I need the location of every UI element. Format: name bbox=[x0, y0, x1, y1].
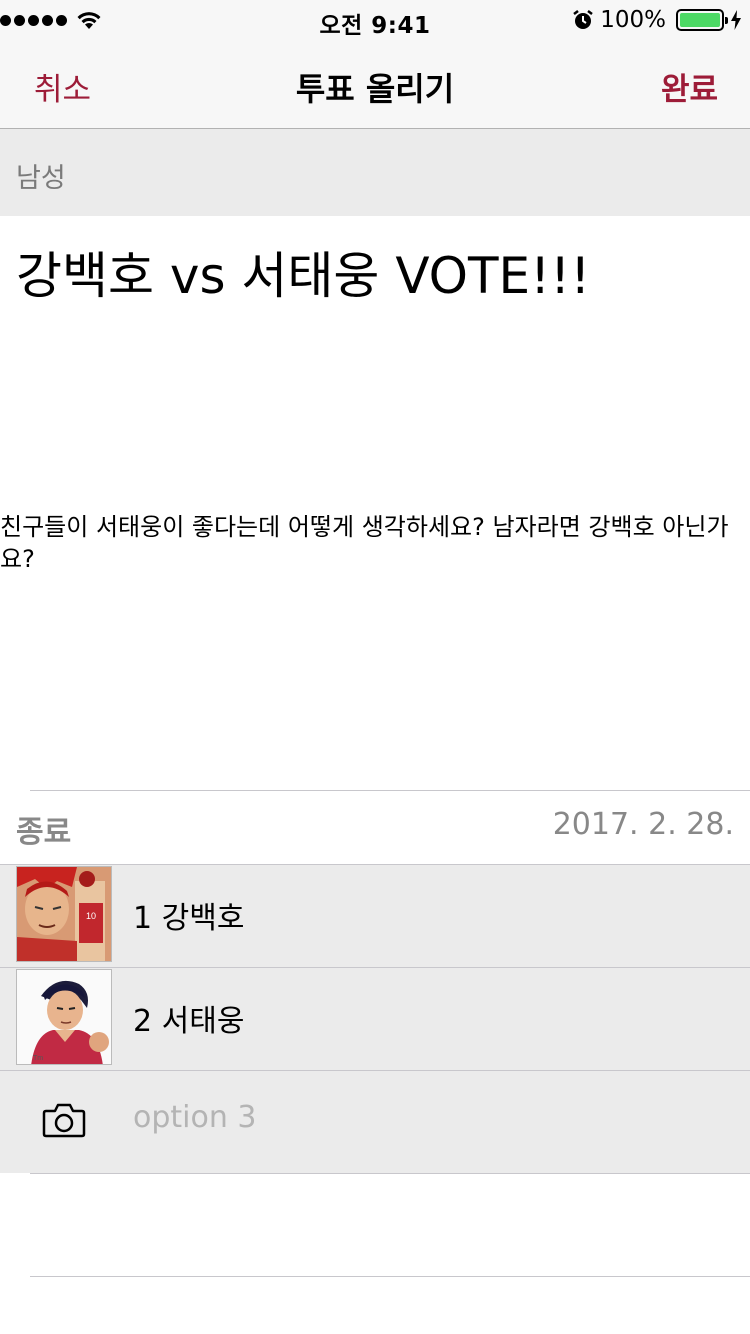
option-2-image[interactable]: Tm bbox=[16, 969, 112, 1065]
battery-level bbox=[680, 13, 720, 27]
cancel-button[interactable]: 취소 bbox=[34, 64, 91, 109]
category-selector[interactable]: 남성 bbox=[0, 129, 750, 216]
category-label: 남성 bbox=[16, 163, 66, 194]
divider bbox=[30, 1276, 750, 1277]
charging-bolt-icon bbox=[731, 10, 741, 30]
alarm-icon bbox=[573, 10, 593, 29]
option-row-2[interactable]: Tm 2 서태웅 bbox=[0, 967, 750, 1070]
vote-body-field[interactable]: 친구들이 서태웅이 좋다는데 어떻게 생각하세요? 남자라면 강백호 아닌가요? bbox=[0, 511, 750, 575]
battery-percent: 100% bbox=[600, 7, 666, 33]
divider bbox=[30, 1173, 750, 1174]
option-row-1[interactable]: 10 1 강백호 bbox=[0, 864, 750, 967]
camera-icon[interactable] bbox=[42, 1102, 86, 1138]
battery-icon bbox=[676, 9, 728, 31]
vote-title-field[interactable]: 강백호 vs 서태웅 VOTE!!! bbox=[16, 236, 590, 308]
end-date-label: 종료 bbox=[16, 815, 72, 850]
end-date-row[interactable]: 종료 2017. 2. 28. bbox=[0, 791, 750, 864]
page-title: 투표 올리기 bbox=[295, 70, 455, 108]
navigation-bar: 취소 투표 올리기 완료 bbox=[0, 40, 750, 129]
status-bar: 오전 9:41 100% bbox=[0, 0, 750, 40]
end-date-value: 2017. 2. 28. bbox=[552, 807, 734, 842]
new-option-input[interactable] bbox=[133, 1097, 693, 1137]
option-1-image[interactable]: 10 bbox=[16, 866, 112, 962]
svg-text:Tm: Tm bbox=[33, 1055, 43, 1062]
done-button[interactable]: 완료 bbox=[661, 64, 718, 109]
option-row-3[interactable] bbox=[0, 1070, 750, 1173]
option-1-label: 1 강백호 bbox=[133, 901, 245, 936]
svg-text:10: 10 bbox=[86, 911, 96, 921]
option-2-label: 2 서태웅 bbox=[133, 1004, 245, 1039]
status-right: 100% bbox=[572, 7, 742, 33]
